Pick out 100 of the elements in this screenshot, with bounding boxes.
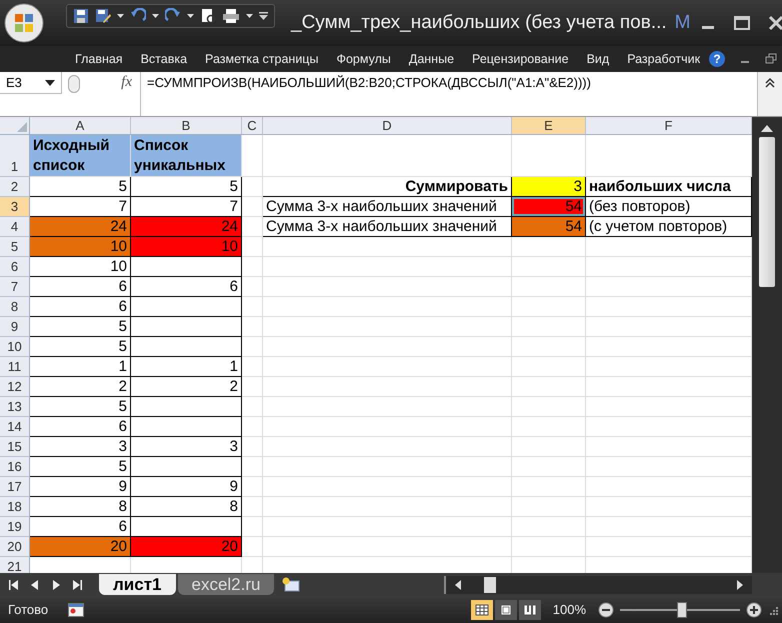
dropdown-caret-icon[interactable]: [246, 14, 253, 18]
table-cell: 20: [30, 537, 131, 557]
table-cell: 24: [30, 217, 131, 237]
row-header[interactable]: 3: [0, 197, 30, 217]
table-cell: Сумма 3-х наибольших значений: [263, 217, 512, 237]
ribbon-tab[interactable]: Вид: [578, 52, 618, 66]
page-break-view-button[interactable]: [518, 600, 541, 620]
scroll-left-icon[interactable]: [454, 578, 462, 590]
column-header[interactable]: B: [131, 117, 242, 134]
zoom-out-icon[interactable]: [598, 602, 614, 618]
empty-cell: [242, 257, 263, 277]
status-text: Готово: [8, 602, 48, 617]
row-header[interactable]: 15: [0, 437, 30, 457]
row-header[interactable]: 11: [0, 357, 30, 377]
row-header[interactable]: 16: [0, 457, 30, 477]
empty-cell: [242, 177, 263, 197]
scroll-thumb[interactable]: [484, 576, 496, 592]
row-header[interactable]: 8: [0, 297, 30, 317]
help-button[interactable]: ?: [709, 51, 726, 67]
column-header[interactable]: E: [512, 117, 586, 134]
table-cell: 54: [512, 197, 586, 217]
row-header[interactable]: 6: [0, 257, 30, 277]
row-header[interactable]: 5: [0, 237, 30, 257]
empty-cell: [242, 357, 263, 377]
zoom-slider-thumb[interactable]: [677, 602, 688, 618]
empty-cell: [242, 517, 263, 537]
row-header[interactable]: 20: [0, 537, 30, 557]
zoom-level[interactable]: 100%: [552, 602, 586, 617]
table-cell: 54: [512, 217, 586, 237]
table-cell: Суммировать: [263, 177, 512, 197]
print-preview-icon[interactable]: [200, 8, 216, 24]
dropdown-caret-icon[interactable]: [152, 14, 159, 18]
undo-icon[interactable]: [130, 8, 146, 24]
close-icon[interactable]: [766, 14, 782, 32]
previous-sheet-icon[interactable]: [29, 578, 41, 590]
collapse-icon[interactable]: [763, 76, 777, 90]
insert-function-button[interactable]: fx: [80, 72, 140, 94]
row-header[interactable]: 14: [0, 417, 30, 437]
resize-handle[interactable]: [68, 75, 80, 93]
horizontal-scrollbar[interactable]: [444, 576, 752, 594]
macro-record-icon[interactable]: [68, 602, 84, 616]
row-header[interactable]: 18: [0, 497, 30, 517]
dropdown-caret-icon[interactable]: [45, 80, 55, 86]
row-header[interactable]: 17: [0, 477, 30, 497]
table-cell: 5: [131, 177, 242, 197]
scroll-thumb[interactable]: [759, 137, 775, 287]
row-header[interactable]: 19: [0, 517, 30, 537]
empty-cell: [242, 297, 263, 317]
page-columns-icon: [522, 604, 537, 616]
table-cell: 5: [30, 337, 131, 357]
customize-toolbar-icon[interactable]: [259, 12, 268, 20]
empty-cell: [242, 397, 263, 417]
insert-sheet-icon[interactable]: [280, 576, 302, 594]
table-cell: Сумма 3-х наибольших значений: [263, 197, 512, 217]
office-logo-icon[interactable]: [4, 3, 44, 43]
name-box[interactable]: E3: [0, 72, 62, 94]
table-cell: 1: [131, 357, 242, 377]
table-cell: 8: [30, 497, 131, 517]
ribbon-tab[interactable]: Разработчик: [618, 52, 710, 66]
row-header[interactable]: 7: [0, 277, 30, 297]
dropdown-caret-icon[interactable]: [117, 14, 124, 18]
row-header[interactable]: 2: [0, 177, 30, 197]
printer-icon[interactable]: [222, 8, 240, 24]
last-sheet-icon[interactable]: [71, 578, 83, 590]
table-cell: 10: [30, 237, 131, 257]
column-header[interactable]: C: [242, 117, 263, 134]
dropdown-caret-icon[interactable]: [187, 14, 194, 18]
next-sheet-icon[interactable]: [50, 578, 62, 590]
page-layout-view-button[interactable]: [494, 600, 517, 620]
column-header[interactable]: A: [30, 117, 131, 134]
row-header[interactable]: 4: [0, 217, 30, 237]
row-header[interactable]: 12: [0, 377, 30, 397]
save-icon[interactable]: [73, 8, 89, 24]
grid-icon: [474, 604, 489, 616]
restore-icon[interactable]: [765, 53, 778, 65]
ribbon-tab[interactable]: Формулы: [327, 52, 400, 66]
ribbon-tab[interactable]: Данные: [400, 52, 464, 66]
row-header[interactable]: 9: [0, 317, 30, 337]
ribbon-tab[interactable]: Разметка страницы: [196, 52, 328, 66]
sheet-tab[interactable]: лист1: [99, 574, 176, 595]
first-sheet-icon[interactable]: [8, 578, 20, 590]
row-header[interactable]: 1: [0, 135, 30, 177]
ribbon-tab[interactable]: Вставка: [132, 52, 196, 66]
save-as-icon[interactable]: [95, 8, 111, 24]
row-header[interactable]: 10: [0, 337, 30, 357]
sheet-tab[interactable]: excel2.ru: [178, 574, 274, 595]
table-cell: 3: [30, 437, 131, 457]
row-header[interactable]: 21: [0, 557, 30, 573]
scroll-up-icon[interactable]: [759, 123, 775, 133]
page-icon: [498, 604, 513, 616]
normal-view-button[interactable]: [470, 600, 493, 620]
maximize-icon[interactable]: [732, 14, 750, 32]
zoom-in-icon[interactable]: [746, 602, 762, 618]
scroll-right-icon[interactable]: [736, 578, 744, 590]
vertical-scrollbar[interactable]: [752, 117, 782, 573]
resize-grip-icon[interactable]: [768, 604, 778, 614]
redo-icon[interactable]: [165, 8, 181, 24]
ribbon-tab[interactable]: Рецензирование: [463, 52, 578, 66]
row-header[interactable]: 13: [0, 397, 30, 417]
ribbon-tab[interactable]: Главная: [66, 52, 132, 66]
